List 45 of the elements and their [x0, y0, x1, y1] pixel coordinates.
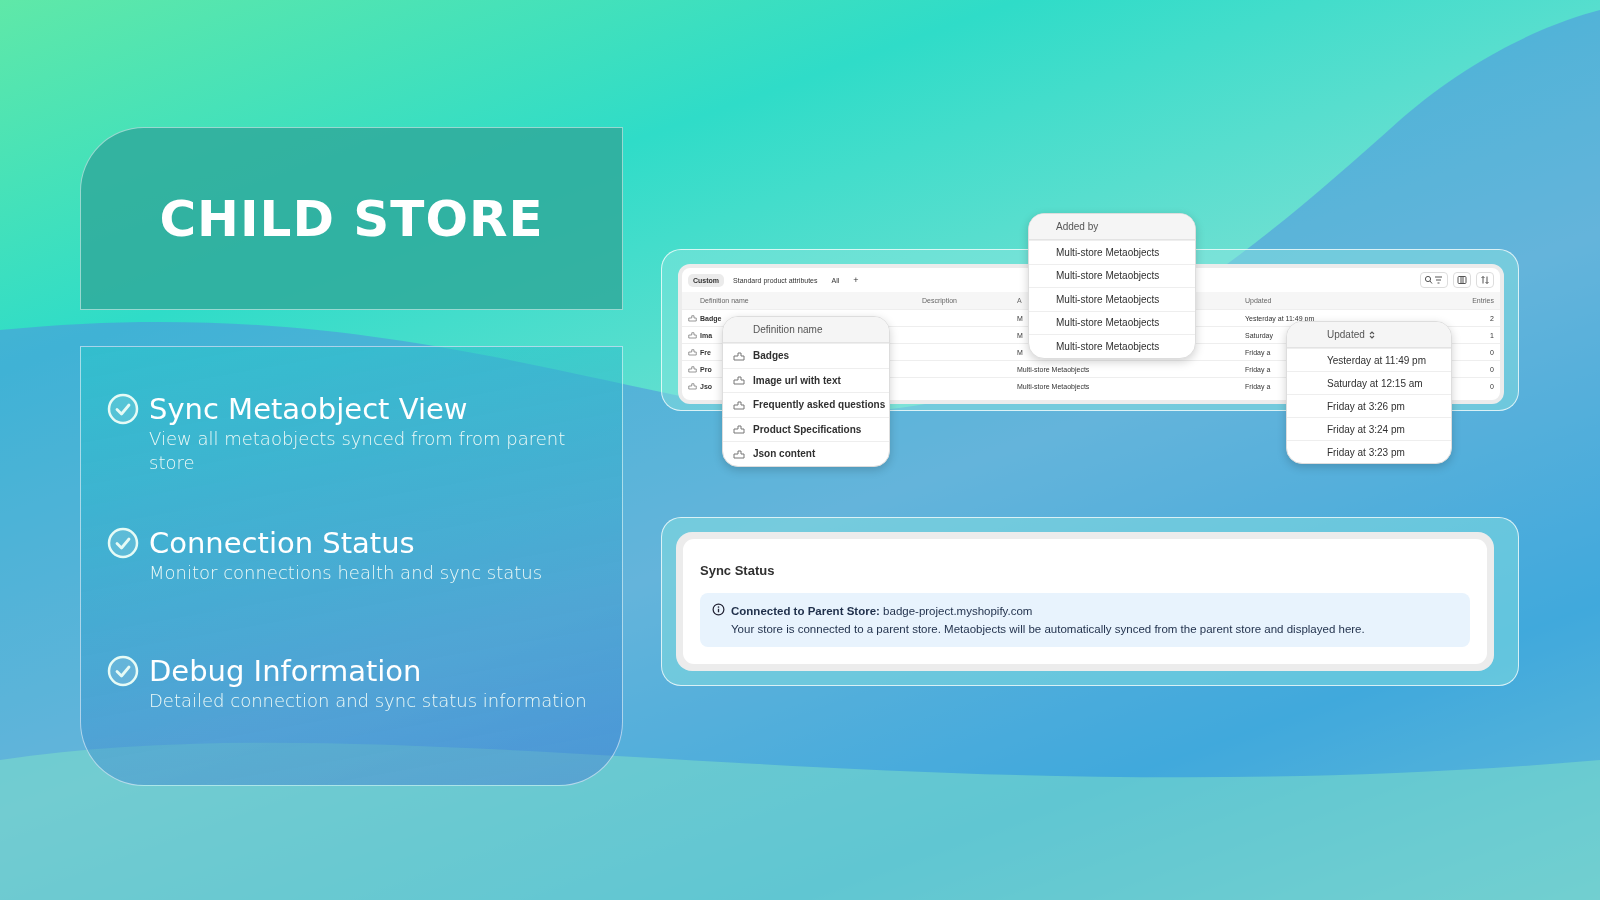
popup-item: Multi-store Metaobjects — [1056, 270, 1160, 282]
search-filter-button[interactable] — [1420, 272, 1448, 288]
add-tab-button[interactable]: + — [848, 272, 864, 288]
sort-icon — [1480, 275, 1490, 285]
banner-title: Connected to Parent Store: badge-project.myshopify.com — [731, 604, 1034, 619]
check-circle-icon — [107, 655, 139, 687]
metaobject-icon — [733, 350, 745, 361]
headline: CHILD STORE — [159, 189, 544, 248]
columns-button[interactable] — [1453, 272, 1471, 288]
popup-header: Updated — [1327, 329, 1365, 340]
search-filter-icon — [1424, 275, 1444, 285]
columns-icon — [1457, 275, 1467, 285]
popup-item: Yesterday at 11:49 pm — [1327, 354, 1426, 366]
popup-item: Multi-store Metaobjects — [1056, 293, 1160, 305]
metaobject-icon — [733, 424, 745, 435]
feature-description: Monitor connections health and sync status — [149, 561, 543, 585]
popup-item: Product Specifications — [753, 423, 862, 435]
popup-header: Added by — [1029, 214, 1195, 240]
check-circle-icon — [107, 527, 139, 559]
metaobject-icon — [733, 448, 745, 459]
popup-item: Json content — [753, 448, 816, 460]
popup-header: Definition name — [723, 317, 889, 343]
check-circle-icon — [107, 393, 139, 425]
popup-item: Frequently asked questions — [753, 399, 886, 411]
card-title: Sync Status — [700, 563, 776, 578]
popup-item: Multi-store Metaobjects — [1056, 340, 1160, 352]
popup-item: Friday at 3:26 pm — [1327, 400, 1405, 412]
feature-title: Connection Status — [149, 525, 416, 561]
feature-description: View all metaobjects synced from from parent store — [149, 427, 567, 475]
metaobject-icon — [733, 399, 745, 410]
popup-item: Friday at 3:23 pm — [1327, 446, 1405, 458]
metaobject-icon — [733, 375, 745, 386]
banner-message: Your store is connected to a parent store. Metaobjects will be automatically synced from the parent store and displayed here. — [731, 622, 1365, 637]
popup-item: Multi-store Metaobjects — [1056, 317, 1160, 329]
feature-title: Debug Information — [149, 653, 423, 689]
feature-title: Sync Metaobject View — [149, 391, 469, 427]
feature-description: Detailed connection and sync status information — [149, 689, 587, 713]
popup-item: Multi-store Metaobjects — [1056, 246, 1160, 258]
popup-item: Friday at 3:24 pm — [1327, 423, 1405, 435]
sort-icon — [1367, 329, 1376, 340]
popup-item: Image url with text — [753, 374, 841, 386]
popup-item: Badges — [753, 350, 790, 362]
sort-button[interactable] — [1476, 272, 1494, 288]
popup-item: Saturday at 12:15 am — [1327, 377, 1423, 389]
info-icon — [712, 603, 725, 616]
